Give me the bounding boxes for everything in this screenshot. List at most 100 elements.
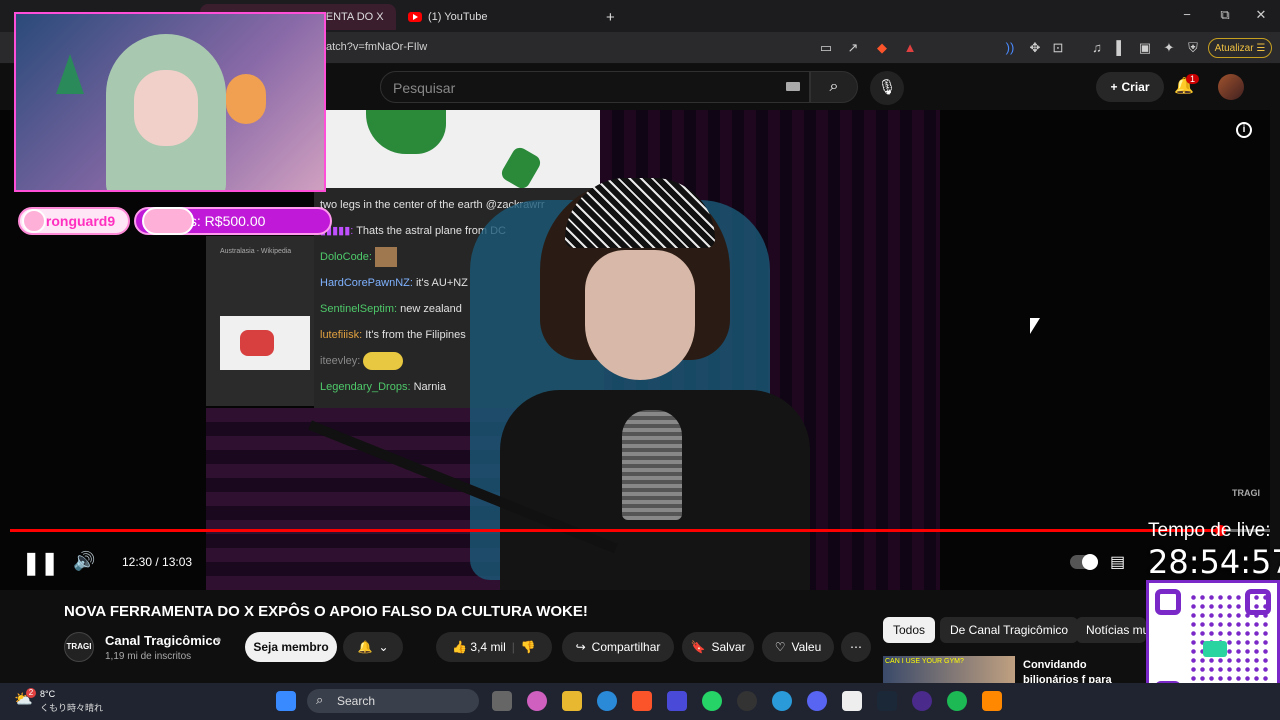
like-button[interactable]: 👍 3,4 mil (452, 640, 506, 654)
chat-message: It's from the Filipines (365, 329, 466, 341)
divider: | (511, 640, 515, 654)
vlc-icon[interactable] (982, 691, 1002, 711)
weather-badge: 2 (26, 688, 36, 698)
video-watermark: TRAGI (1232, 488, 1260, 498)
dislike-icon[interactable]: 👎 (521, 640, 536, 654)
map-land (366, 110, 446, 154)
thumb-text: CAN I USE YOUR GYM? (885, 658, 964, 665)
chevron-down-icon: ⌄ (378, 640, 389, 654)
time-total: 13:03 (162, 555, 193, 569)
like-count: 3,4 mil (470, 640, 506, 654)
maximize-button[interactable]: ⧉ (1210, 7, 1240, 23)
new-tab-button[interactable]: + (596, 4, 620, 30)
subscriber-count: 1,19 mi de inscritos (105, 651, 192, 662)
join-button[interactable]: Seja membro (245, 632, 337, 662)
chip-all[interactable]: Todos (883, 617, 936, 643)
chat-user: Legendary_Drops: (320, 381, 411, 393)
qr-logo (1203, 641, 1227, 657)
windows-start-icon[interactable] (276, 691, 296, 711)
minimize-button[interactable]: − (1172, 7, 1202, 22)
share-label: Compartilhar (591, 640, 661, 654)
alert-user: ironguard9 (42, 213, 116, 229)
discord-icon[interactable] (807, 691, 827, 711)
channel-avatar[interactable]: TRAGI (64, 632, 94, 662)
extensions-icon[interactable]: ✥ (1027, 40, 1043, 56)
chat-user: HardCorePawnNZ: (320, 277, 413, 289)
map-thumbnail (220, 316, 310, 370)
telegram-icon[interactable] (772, 691, 792, 711)
share-icon: ↪ (575, 640, 586, 654)
audio-icon[interactable]: )) (1002, 40, 1018, 56)
youtube-icon (408, 12, 422, 22)
leo-icon[interactable]: ✦ (1161, 40, 1177, 56)
like-dislike-group: 👍 3,4 mil | 👎 (436, 632, 552, 662)
steam-icon[interactable] (877, 691, 897, 711)
chip-channel[interactable]: De Canal Tragicômico (940, 617, 1079, 643)
chatgpt-icon[interactable] (737, 691, 757, 711)
chat-user: iteevley: (320, 355, 361, 367)
save-button[interactable]: 🔖 Salvar (682, 632, 754, 662)
progress-bar[interactable] (10, 525, 1270, 536)
cast-icon[interactable]: ▭ (818, 40, 834, 56)
search-icon: ⌕ (829, 78, 839, 95)
close-button[interactable]: ✕ (1246, 7, 1276, 23)
plus-icon: + (1110, 80, 1118, 94)
more-icon: ⋯ (850, 640, 862, 654)
url-field[interactable]: atch?v=fmNaOr-FIlw (326, 41, 427, 53)
task-view-icon[interactable] (492, 691, 512, 711)
music-icon[interactable]: ♫ (1089, 40, 1105, 56)
update-label: Atualizar (1214, 42, 1254, 54)
webcam-overlay (14, 12, 326, 192)
pause-icon[interactable]: ❚❚ (22, 550, 59, 576)
store-icon[interactable] (667, 691, 687, 711)
update-button[interactable]: Atualizar ☰ (1208, 38, 1272, 58)
weather-desc: くもり時々晴れ (40, 703, 104, 713)
tab-youtube[interactable]: (1) YouTube (398, 4, 588, 30)
map-land (240, 330, 274, 356)
voice-search-button[interactable]: 🎙 (870, 71, 904, 105)
volume-icon[interactable]: 🔊 (73, 551, 95, 572)
taskbar-search[interactable]: ⌕ Search (307, 689, 479, 713)
chat-user: DoloCode: (320, 251, 372, 263)
brave-icon[interactable] (632, 691, 652, 711)
chip-news[interactable]: Notícias mu (1076, 617, 1146, 643)
whatsapp-icon[interactable] (702, 691, 722, 711)
weather-temp: 8°C (40, 689, 56, 699)
microphone (622, 410, 682, 520)
taskbar-search-label: Search (337, 694, 376, 708)
create-button[interactable]: + Criar (1096, 72, 1164, 102)
share-icon[interactable]: ↗ (845, 40, 861, 56)
live-timer: 28:54:57 (1148, 543, 1280, 581)
notifications-button[interactable]: 🔔 ⌄ (343, 632, 403, 662)
share-button[interactable]: ↪ Compartilhar (562, 632, 674, 662)
spotify-icon[interactable] (947, 691, 967, 711)
thanks-button[interactable]: ♡ Valeu (762, 632, 834, 662)
avatar[interactable] (1218, 74, 1244, 100)
app-icon[interactable] (842, 691, 862, 711)
screenshot-icon[interactable]: ⊡ (1050, 40, 1066, 56)
subtitles-icon[interactable]: ▤ (1110, 552, 1125, 572)
time-separator: / (152, 555, 163, 569)
live-time-label: Tempo de live: (1148, 520, 1271, 541)
heart-icon: ♡ (774, 640, 786, 654)
more-button[interactable]: ⋯ (841, 632, 871, 662)
edge-icon[interactable] (597, 691, 617, 711)
chat-message: Narnia (413, 381, 446, 393)
search-button[interactable]: ⌕ (810, 71, 858, 103)
wallet-icon[interactable]: ▣ (1137, 40, 1153, 56)
verified-icon: ● (215, 634, 222, 646)
rewards-icon[interactable]: ▲ (902, 40, 918, 56)
mic-icon: 🎙 (877, 79, 897, 96)
video-title: NOVA FERRAMENTA DO X EXPÔS O APOIO FALSO… (64, 603, 588, 620)
vpn-icon[interactable]: ⛨ (1185, 40, 1201, 56)
sidebar-icon[interactable]: ▌ (1113, 40, 1129, 56)
file-explorer-icon[interactable] (562, 691, 582, 711)
info-icon[interactable]: i (1236, 122, 1252, 138)
copilot-icon[interactable] (527, 691, 547, 711)
channel-name[interactable]: Canal Tragicômico (105, 633, 221, 648)
autoplay-toggle[interactable] (1070, 554, 1098, 570)
search-input[interactable]: Pesquisar (380, 71, 810, 103)
keyboard-icon[interactable] (786, 82, 800, 91)
brave-shield-icon[interactable]: ◆ (874, 40, 890, 56)
app-icon[interactable] (912, 691, 932, 711)
